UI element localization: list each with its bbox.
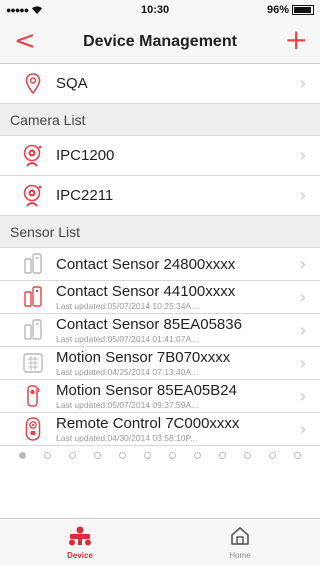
camera-row[interactable]: IPC2211 › — [0, 176, 320, 216]
camera-icon — [18, 184, 48, 208]
sensor-name: Remote Control 7C000xxxx — [56, 415, 240, 432]
page-dot[interactable] — [119, 451, 126, 459]
chevron-right-icon: › — [299, 385, 307, 407]
page-indicator — [0, 446, 320, 464]
tab-device-label: Device — [67, 551, 93, 560]
camera-name: IPC2211 — [56, 187, 114, 204]
contact-sensor-icon — [18, 285, 48, 309]
chevron-right-icon: › — [299, 352, 307, 374]
status-bar: ●●●●● 10:30 96% — [0, 0, 320, 20]
tab-home-label: Home — [229, 551, 251, 560]
chevron-right-icon: › — [299, 319, 307, 341]
camera-list: IPC1200 › IPC2211 › — [0, 136, 320, 216]
page-dot[interactable] — [144, 451, 151, 459]
sensor-row[interactable]: Motion Sensor 85EA05B24 Last updated:05/0… — [0, 380, 320, 413]
status-time: 10:30 — [141, 4, 170, 16]
battery-icon — [291, 5, 314, 15]
sensor-name: Motion Sensor 7B070xxxx — [56, 349, 231, 366]
camera-list-header: Camera List — [0, 104, 320, 136]
wifi-icon — [32, 6, 43, 14]
camera-row[interactable]: IPC1200 › — [0, 136, 320, 176]
sensor-texts: Contact Sensor 24800xxxx — [56, 256, 290, 273]
page-dot[interactable] — [94, 451, 101, 459]
camera-texts: IPC1200 — [56, 147, 290, 164]
camera-icon — [18, 144, 48, 168]
motion-sensor-icon — [18, 352, 48, 374]
sensor-name: Contact Sensor 85EA05836 — [56, 316, 242, 333]
contact-sensor-icon — [18, 318, 48, 342]
sensor-row[interactable]: Remote Control 7C000xxxx Last updated:04/… — [0, 413, 320, 446]
sensor-name: Contact Sensor 24800xxxx — [56, 255, 236, 273]
page-dot[interactable] — [194, 451, 201, 459]
page-dot[interactable] — [294, 451, 301, 459]
navigation-bar: < Device Management + — [0, 20, 320, 64]
sensor-last-updated: Last updated:05/07/2014 01:41:07A... — [56, 334, 199, 344]
device-icon — [69, 526, 91, 546]
motion-sensor-icon — [18, 384, 48, 408]
sensor-texts: Contact Sensor 44100xxxx Last updated:05/… — [56, 283, 290, 311]
chevron-right-icon: › — [299, 73, 307, 94]
chevron-right-icon: › — [299, 418, 307, 440]
page-dot[interactable] — [19, 451, 26, 459]
battery-percent: 96% — [266, 4, 289, 16]
sensor-last-updated: Last updated:04/25/2014 07:13:40A... — [56, 367, 199, 377]
chevron-right-icon: › — [299, 253, 307, 275]
page-dot[interactable] — [69, 451, 76, 459]
sensor-texts: Motion Sensor 85EA05B24 Last updated:05/0… — [56, 382, 290, 410]
chevron-right-icon: › — [299, 286, 307, 308]
sensor-texts: Remote Control 7C000xxxx Last updated:04/… — [56, 415, 290, 443]
sensor-last-updated: Last updated:05/07/2014 10:25:34A... — [56, 301, 199, 311]
sensor-last-updated: Last updated:05/07/2014 09:37:59A... — [56, 400, 199, 410]
signal-area: ●●●●● — [6, 5, 43, 15]
camera-texts: IPC2211 — [56, 187, 290, 204]
remote-control-icon — [18, 417, 48, 441]
sensor-row[interactable]: Motion Sensor 7B070xxxx Last updated:04/2… — [0, 347, 320, 380]
page-dot[interactable] — [244, 451, 251, 459]
page-dot[interactable] — [44, 451, 51, 459]
site-row[interactable]: SQA › — [0, 64, 320, 104]
chevron-right-icon: › — [299, 185, 307, 206]
home-icon — [231, 527, 249, 545]
page-dot[interactable] — [219, 451, 226, 459]
page-dot[interactable] — [269, 451, 276, 459]
tab-device[interactable]: Device — [0, 519, 160, 566]
contact-sensor-icon — [18, 252, 48, 276]
back-button[interactable]: < — [14, 26, 36, 56]
sensor-list-header: Sensor List — [0, 216, 320, 248]
signal-strength-icon: ●●●●● — [6, 5, 29, 15]
page-dot[interactable] — [169, 451, 176, 459]
tab-home[interactable]: Home — [160, 519, 320, 566]
site-texts: SQA — [56, 75, 290, 92]
page-title: Device Management — [83, 32, 237, 50]
site-name: SQA — [56, 75, 88, 92]
sensor-texts: Contact Sensor 85EA05836 Last updated:05/… — [56, 316, 290, 344]
location-pin-icon — [18, 72, 48, 95]
camera-name: IPC1200 — [56, 147, 115, 164]
sensor-row[interactable]: Contact Sensor 44100xxxx Last updated:05/… — [0, 281, 320, 314]
sensor-row[interactable]: Contact Sensor 24800xxxx › — [0, 248, 320, 281]
chevron-right-icon: › — [299, 145, 307, 166]
sensor-row[interactable]: Contact Sensor 85EA05836 Last updated:05/… — [0, 314, 320, 347]
sensor-list: Contact Sensor 24800xxxx › Contact Sensor … — [0, 248, 320, 446]
add-device-button[interactable]: + — [285, 25, 308, 55]
sensor-name: Contact Sensor 44100xxxx — [56, 283, 236, 300]
sensor-last-updated: Last updated:04/30/2014 03:58:10P... — [56, 433, 198, 443]
tab-bar: Device Home — [0, 518, 320, 566]
sensor-name: Motion Sensor 85EA05B24 — [56, 382, 237, 399]
sensor-texts: Motion Sensor 7B070xxxx Last updated:04/2… — [56, 349, 290, 377]
battery-area: 96% — [267, 4, 314, 16]
